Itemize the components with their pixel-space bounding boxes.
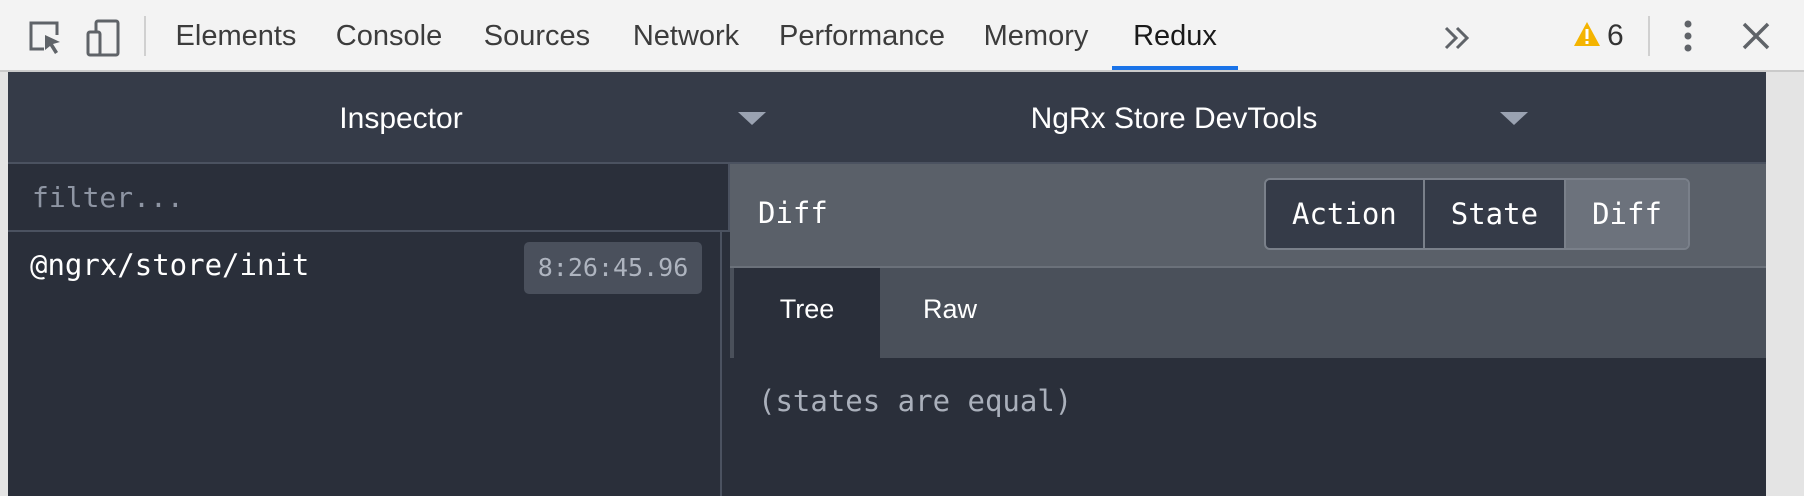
- tab-redux[interactable]: Redux: [1112, 0, 1238, 70]
- details-header: Diff Action State Diff: [730, 164, 1766, 268]
- action-list-pane: @ngrx/store/init 8:26:45.96: [8, 164, 730, 496]
- list-item[interactable]: @ngrx/store/init 8:26:45.96: [8, 232, 720, 294]
- tab-action[interactable]: Action: [1266, 180, 1425, 248]
- scrollbar-track[interactable]: [1766, 72, 1804, 496]
- toolbar-separator: [1648, 16, 1650, 56]
- caret-down-icon: [738, 112, 766, 125]
- tab-console[interactable]: Console: [326, 0, 452, 70]
- tab-performance[interactable]: Performance: [772, 0, 952, 70]
- instance-select[interactable]: NgRx Store DevTools: [794, 72, 1554, 162]
- view-tabs: Tree Raw: [730, 268, 1766, 358]
- warnings-indicator[interactable]: 6: [1573, 16, 1624, 56]
- details-pane: Diff Action State Diff Tree Raw (states …: [730, 164, 1766, 496]
- device-toolbar-icon[interactable]: [84, 18, 124, 58]
- monitor-select-value: Inspector: [339, 102, 463, 135]
- tab-network[interactable]: Network: [622, 0, 750, 70]
- monitor-select[interactable]: Inspector: [8, 72, 794, 162]
- warning-count: 6: [1607, 19, 1624, 52]
- diff-content: (states are equal): [730, 358, 1766, 496]
- action-timestamp: 8:26:45.96: [524, 242, 702, 294]
- tab-sources[interactable]: Sources: [474, 0, 600, 70]
- instance-select-value: NgRx Store DevTools: [1030, 102, 1318, 135]
- states-equal-message: (states are equal): [758, 384, 1073, 418]
- more-options-icon[interactable]: [1670, 16, 1706, 56]
- details-tab-group: Action State Diff: [1264, 178, 1690, 250]
- filter-bar: [8, 164, 730, 232]
- tab-tree[interactable]: Tree: [734, 268, 880, 358]
- action-name: @ngrx/store/init: [30, 248, 310, 282]
- close-icon[interactable]: [1738, 18, 1774, 54]
- select-element-icon[interactable]: [28, 18, 68, 58]
- details-title: Diff: [758, 196, 828, 230]
- devtools-toolbar: Elements Console Sources Network Perform…: [0, 0, 1804, 72]
- chevron-double-right-icon[interactable]: [1440, 20, 1476, 56]
- tab-diff[interactable]: Diff: [1566, 180, 1688, 248]
- action-list: @ngrx/store/init 8:26:45.96: [8, 232, 722, 496]
- filter-input[interactable]: [30, 176, 714, 218]
- tab-elements[interactable]: Elements: [168, 0, 304, 70]
- warning-icon: [1573, 21, 1601, 52]
- tab-state[interactable]: State: [1424, 180, 1567, 248]
- toolbar-separator: [144, 16, 146, 56]
- redux-devtools-panel: Inspector NgRx Store DevTools @ngrx/stor…: [8, 72, 1766, 496]
- tab-raw[interactable]: Raw: [880, 268, 1020, 358]
- left-edge: [0, 72, 8, 496]
- redux-header: Inspector NgRx Store DevTools: [8, 72, 1766, 164]
- caret-down-icon: [1500, 112, 1528, 125]
- tab-memory[interactable]: Memory: [974, 0, 1098, 70]
